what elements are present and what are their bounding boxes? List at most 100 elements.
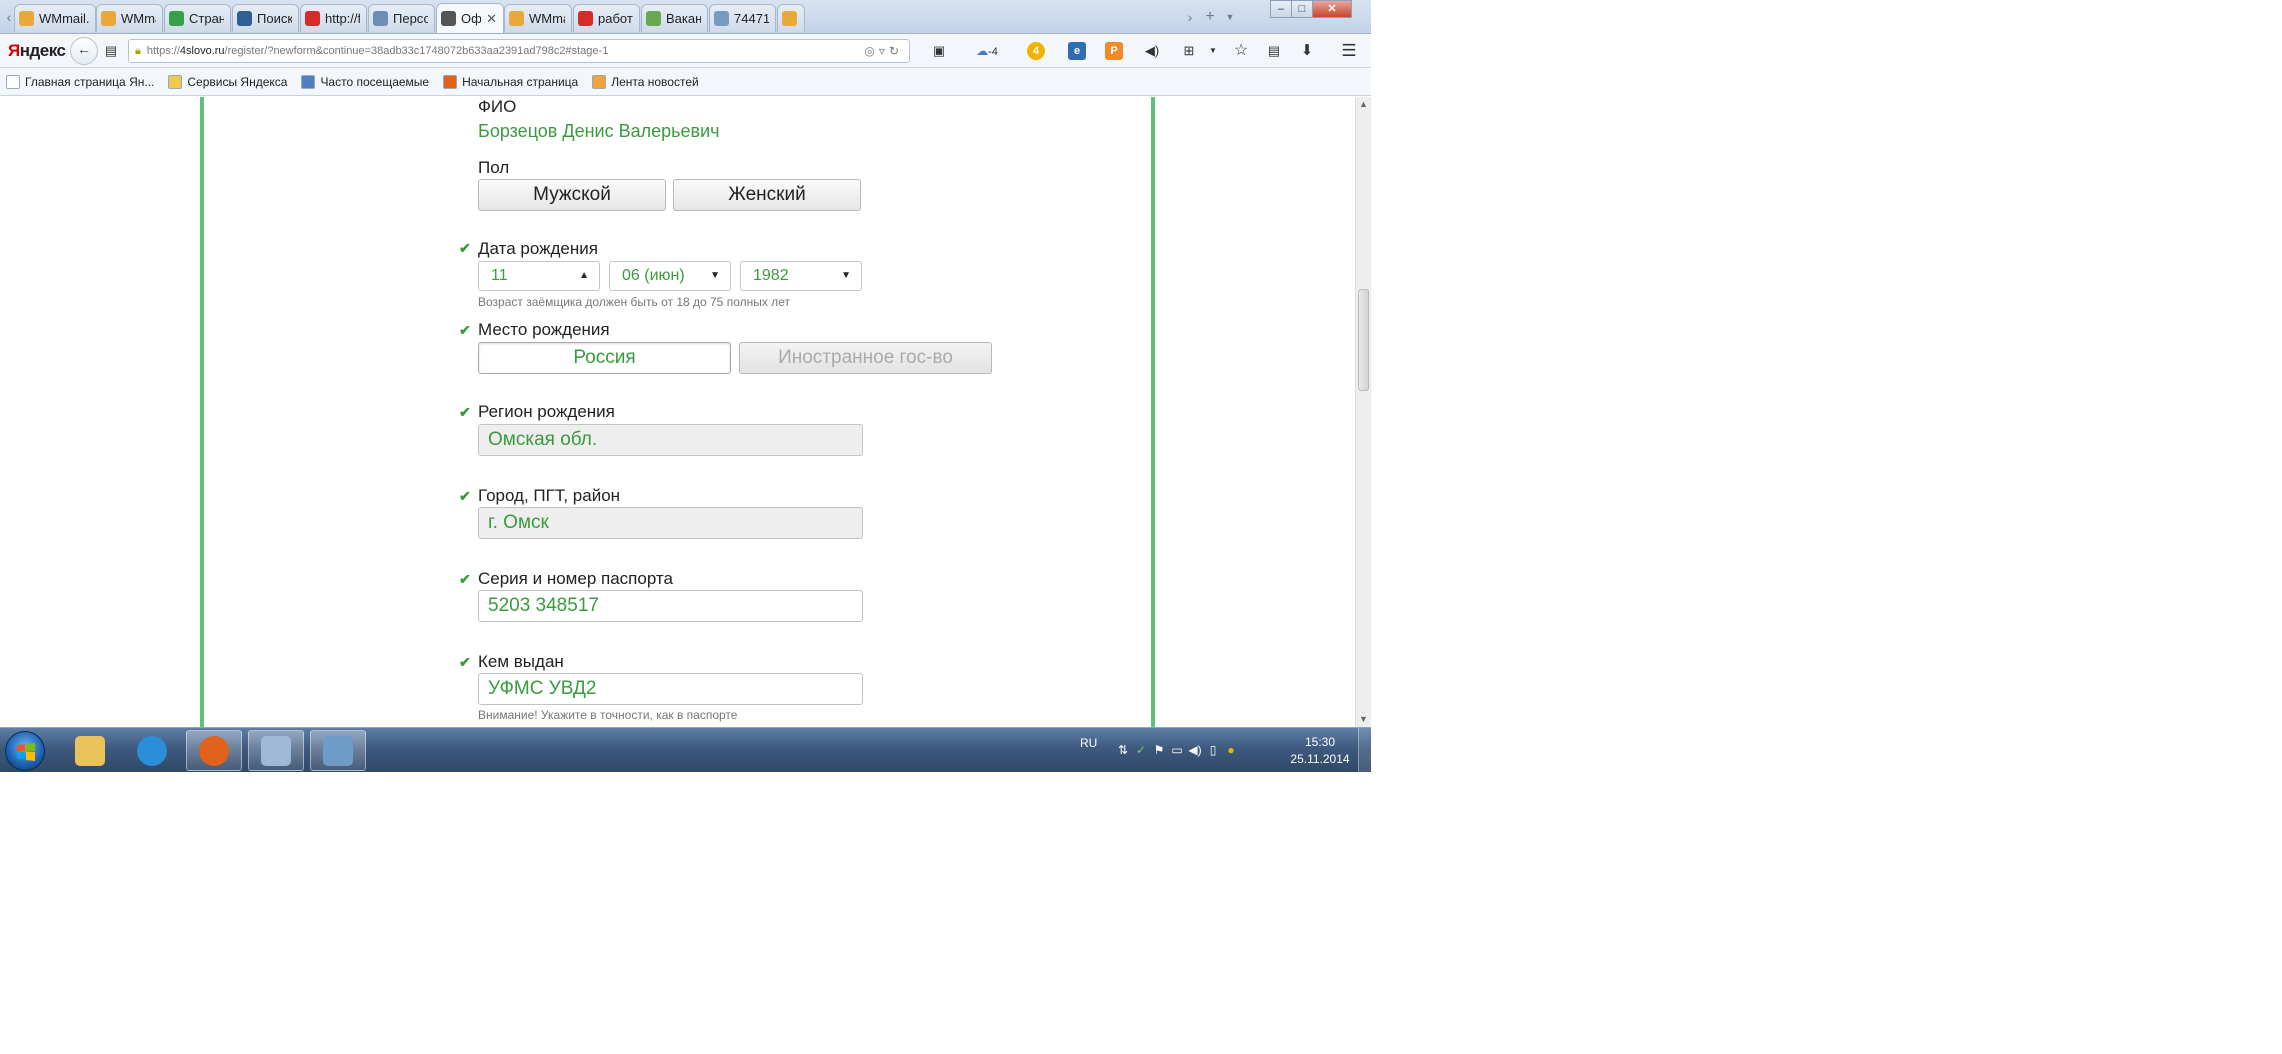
gender-male-button[interactable]: Мужской [478,179,666,211]
taskbar-app-button[interactable] [248,730,304,771]
tab-3[interactable]: Страниц... [164,4,231,32]
firefox-icon [199,735,229,766]
birthplace-foreign-button[interactable]: Иностранное гос-во [739,342,992,374]
navigation-bar: Яндекс ← ▤ 🔒︎ https://4slovo.ru/register… [0,34,1371,68]
security-icon[interactable]: ✓ [1134,743,1148,757]
toolbar-dropdown-icon[interactable]: ▼ [1204,42,1222,60]
scroll-up-icon[interactable]: ▲ [1356,97,1371,112]
maximize-icon[interactable]: □ [1291,0,1313,18]
scrollbar-thumb[interactable] [1358,289,1369,391]
addon-icon[interactable]: P [1105,42,1123,60]
tab-2[interactable]: WMmail.... [96,4,163,32]
monitor-icon[interactable]: ▭ [1170,743,1184,757]
taskbar-app-button[interactable] [186,730,242,771]
passport-label: Серия и номер паспорта [478,569,673,588]
language-indicator[interactable]: RU [1080,736,1097,750]
tab-8[interactable]: WMmail.... [504,4,572,32]
birthplace-russia-button[interactable]: Россия [478,342,731,374]
menu-icon[interactable]: ☰ [1340,42,1358,60]
bookmarks-icon [301,74,316,89]
mail-counter-icon[interactable]: 4 [1027,42,1045,60]
tab-4[interactable]: Поиск п... [232,4,299,32]
issued-hint: Внимание! Укажите в точности, как в пасп… [478,708,738,722]
start-button[interactable] [5,731,45,771]
tab-6[interactable]: Персона... [368,4,435,32]
tab-scroll-right-icon[interactable]: › [1183,6,1197,28]
app-tray-icon[interactable]: ● [1224,743,1238,757]
passport-field[interactable]: 5203 348517 [478,590,863,622]
tab-label: http://fin... [325,11,360,26]
minimize-icon[interactable]: – [1270,0,1292,18]
network-icon[interactable]: ⇅ [1116,743,1130,757]
bookmark-label: Часто посещаемые [320,74,430,89]
image-icon [714,11,729,26]
tab-label: Страниц... [189,11,224,26]
screen: ‹ WMmail....WMmail....Страниц...Поиск п.… [0,0,1371,772]
back-button[interactable]: ← [70,37,98,65]
hh-icon [646,11,661,26]
city-field[interactable]: г. Омск [478,507,863,539]
tab-label: Офор... [461,11,482,26]
clock[interactable]: 15:30 25.11.2014 [1285,734,1355,768]
speaker-icon[interactable]: ◀) [1188,743,1202,757]
tab-label: работа в ... [598,11,633,26]
chevron-down-icon: ▼ [841,270,851,281]
star-icon[interactable]: ☆ [1232,42,1250,60]
birthdate-hint: Возраст заёмщика должен быть от 18 до 75… [478,295,790,309]
tab-5[interactable]: http://fin... [300,4,367,32]
tab-label: WMmail.... [39,11,89,26]
gift-icon[interactable]: ⊞ [1180,42,1198,60]
firefox-icon [443,74,458,89]
tab-1[interactable]: WMmail.... [14,4,96,32]
tab-9[interactable]: работа в ... [573,4,640,32]
bookmark-item[interactable]: Лента новостей [592,74,699,89]
birth-year-select[interactable]: 1982 ▼ [740,261,862,291]
gender-female-button[interactable]: Женский [673,179,861,211]
bookmark-item[interactable]: Начальная страница [443,74,578,89]
yandex-icon [305,11,320,26]
reload-icon[interactable]: ↻ [889,44,903,58]
tab-10[interactable]: Ваканси... [641,4,708,32]
bookmark-item[interactable]: Сервисы Яндекса [168,74,287,89]
close-window-icon[interactable]: ✕ [1312,0,1352,18]
bookmark-item[interactable]: Часто посещаемые [301,74,430,89]
birth-month-select[interactable]: 06 (июн) ▼ [609,261,731,291]
region-field[interactable]: Омская обл. [478,424,863,456]
e-icon[interactable]: e [1068,42,1086,60]
page-icon [6,74,20,89]
birthplace-label: Место рождения [478,320,610,339]
issued-field[interactable]: УФМС УВД2 [478,673,863,705]
weather-icon[interactable]: ☁-4 [972,42,1002,60]
vertical-scrollbar[interactable]: ▲ ▼ [1355,97,1371,727]
download-icon[interactable]: ⬇ [1298,42,1316,60]
bookmark-item[interactable]: Главная страница Ян... [6,74,154,89]
url-text[interactable]: https://4slovo.ru/register/?newform&cont… [147,45,865,57]
taskbar-app-button[interactable] [310,730,366,771]
close-tab-icon[interactable]: ✕ [486,11,497,27]
yandex-logo[interactable]: Яндекс [8,41,66,61]
city-check-icon: ✔ [459,488,471,504]
region-check-icon: ✔ [459,404,471,420]
taskbar-app-button[interactable] [124,730,180,771]
clipboard-icon[interactable]: ▤ [1265,42,1283,60]
tab-label: Персона... [393,11,428,26]
device-icon[interactable]: ▯ [1206,743,1220,757]
show-desktop-button[interactable] [1358,728,1371,772]
volume-icon[interactable]: ◀) [1143,42,1161,60]
tab-12[interactable] [777,4,805,32]
tab-7[interactable]: Офор... ✕ [436,3,504,33]
screenshot-icon[interactable]: ▣ [930,42,948,60]
taskbar-app-button[interactable] [62,730,118,771]
address-bar[interactable]: 🔒︎ https://4slovo.ru/register/?newform&c… [128,39,910,63]
tab-11[interactable]: 74471_Ве... [709,4,776,32]
dropdown-icon[interactable]: ▿ [879,44,889,58]
flag-icon[interactable]: ⚑ [1152,743,1166,757]
explorer-icon [75,735,105,766]
new-tab-icon[interactable]: + [1203,6,1217,28]
birth-day-select[interactable]: 11 ▲ [478,261,600,291]
scroll-down-icon[interactable]: ▼ [1356,712,1371,727]
page-icon[interactable]: ▤ [102,42,120,60]
reader-icon[interactable]: ◎ [864,44,878,58]
tab-list-icon[interactable]: ▼ [1223,6,1237,28]
ie-icon [137,735,167,766]
